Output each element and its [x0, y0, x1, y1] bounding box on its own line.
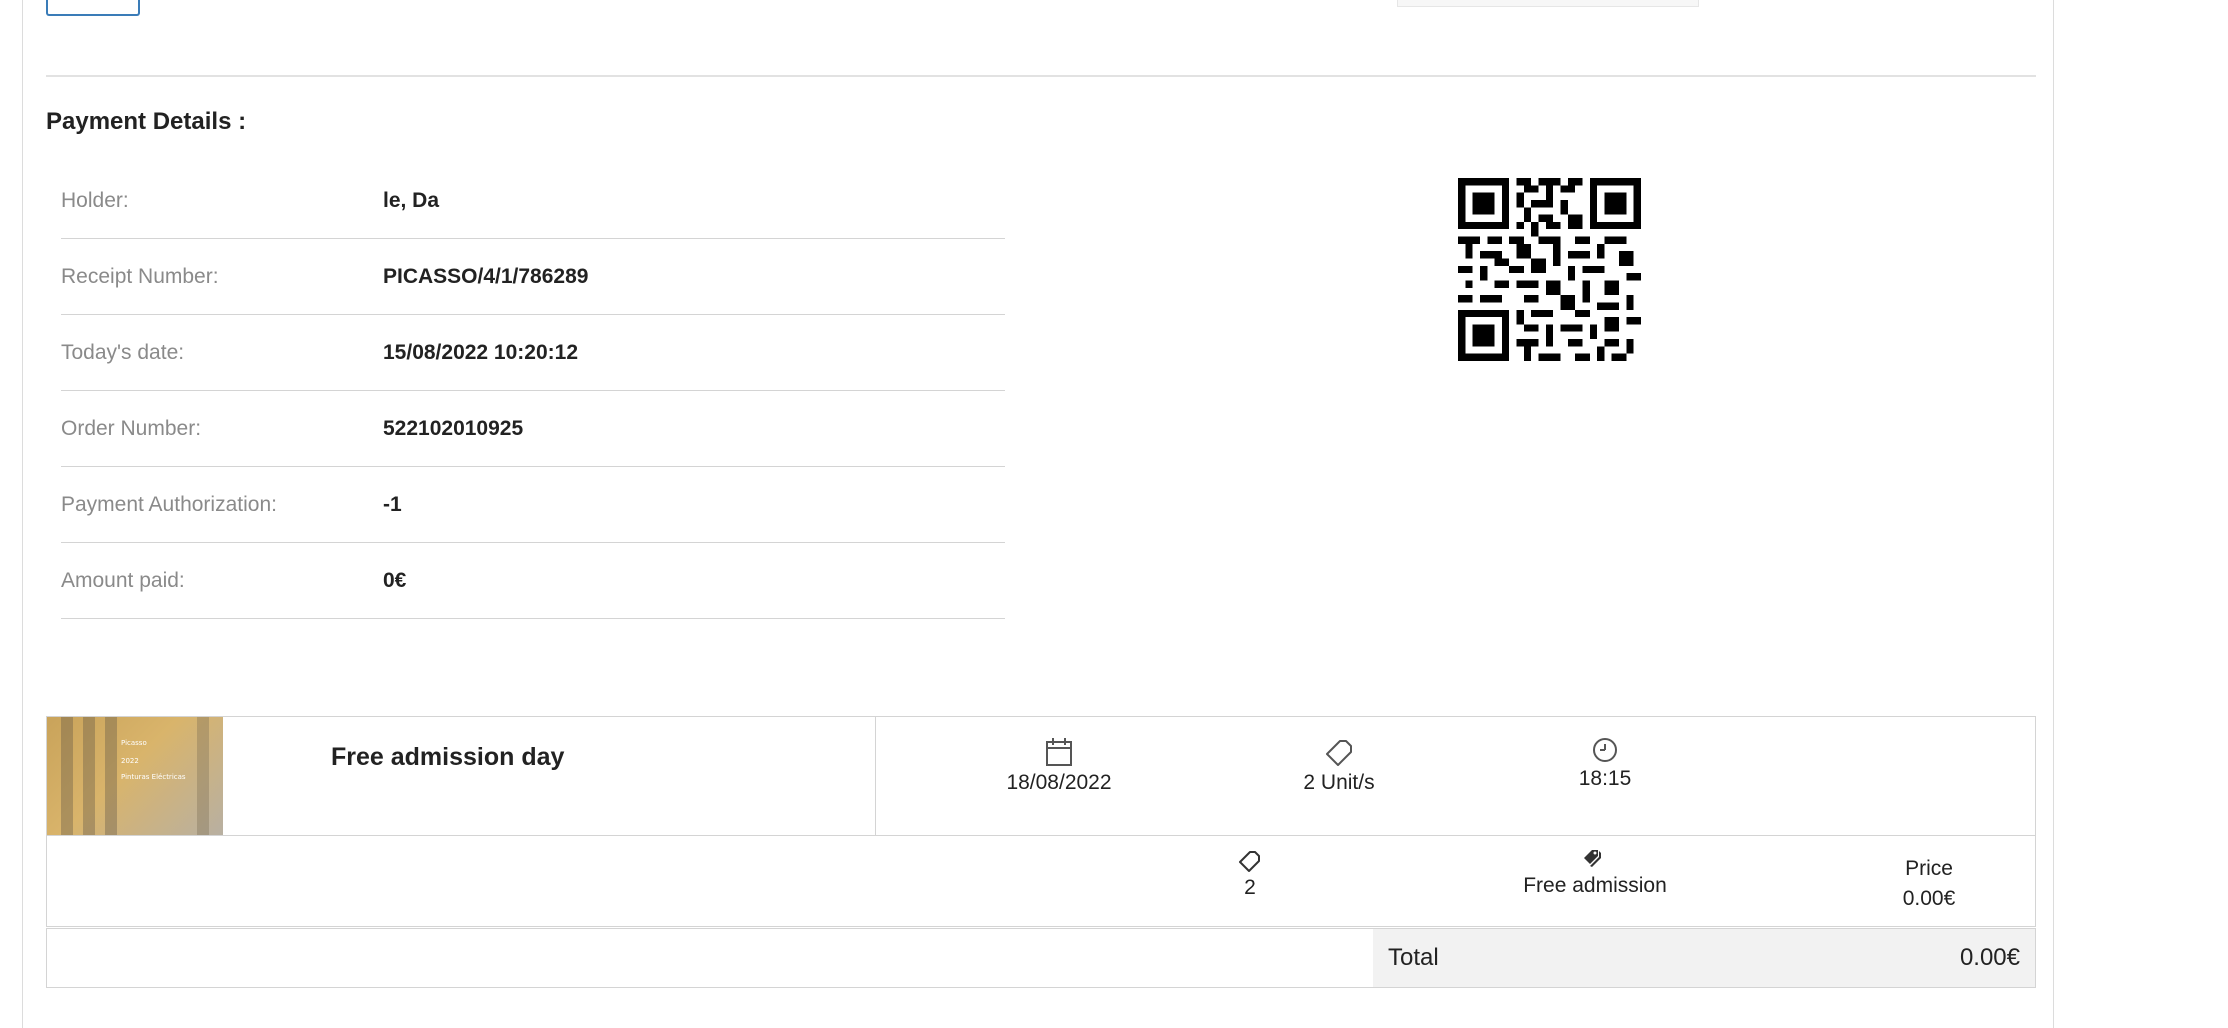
price-type-value: Free admission: [1523, 874, 1667, 897]
total-label: Total: [1388, 944, 1439, 971]
top-button[interactable]: [46, 0, 140, 16]
ticket-date-value: 18/08/2022: [1006, 771, 1112, 794]
payment-details-table: Holder: le, Da Receipt Number: PICASSO/4…: [61, 163, 1005, 619]
ticket-time-value: 18:15: [1578, 767, 1632, 790]
payment-details-title: Payment Details :: [46, 108, 247, 135]
price-type: Free admission: [1445, 848, 1745, 898]
divider: [875, 717, 876, 835]
detail-row-amount-paid: Amount paid: 0€: [61, 543, 1005, 619]
price-label: Price: [1905, 857, 1953, 880]
qr-code-icon: [1458, 178, 1641, 361]
clock-icon: [1593, 738, 1617, 762]
event-thumbnail: Picasso 2022 Pinturas Eléctricas: [47, 717, 223, 835]
detail-value: 522102010925: [383, 417, 524, 440]
detail-label: Amount paid:: [61, 569, 185, 592]
price-amount: Price 0.00€: [1859, 854, 1999, 914]
detail-value: -1: [383, 493, 402, 516]
thumbnail-column: [105, 717, 117, 835]
detail-value: 15/08/2022 10:20:12: [383, 341, 578, 364]
total-value: 0.00€: [1959, 944, 2020, 971]
detail-row-receipt-number: Receipt Number: PICASSO/4/1/786289: [61, 239, 1005, 315]
detail-row-holder: Holder: le, Da: [61, 163, 1005, 239]
thumbnail-column: [61, 717, 73, 835]
thumbnail-text: Picasso: [121, 739, 147, 747]
thumbnail-text: 2022: [121, 757, 139, 765]
detail-label: Today's date:: [61, 341, 185, 364]
top-field[interactable]: [1397, 0, 1699, 7]
total-row: Total 0.00€: [46, 928, 2036, 988]
price-line: 2 Free admission Price 0.00€: [46, 836, 2036, 927]
thumbnail-text: Pinturas Eléctricas: [121, 773, 186, 781]
total-cell: Total 0.00€: [1373, 929, 2035, 987]
detail-row-todays-date: Today's date: 15/08/2022 10:20:12: [61, 315, 1005, 391]
price-quantity: 2: [1175, 848, 1325, 900]
ticket-time: 18:15: [1530, 737, 1680, 791]
detail-label: Holder:: [61, 189, 129, 212]
calendar-icon: [1046, 738, 1072, 766]
detail-value: 0€: [383, 569, 407, 592]
ticket-icon: [1239, 851, 1260, 872]
thumbnail-column: [83, 717, 95, 835]
thumbnail-column: [197, 717, 209, 835]
ticket-name: Free admission day: [331, 743, 565, 771]
detail-value: le, Da: [383, 189, 440, 212]
ticket-units: 2 Unit/s: [1239, 737, 1439, 795]
detail-label: Order Number:: [61, 417, 202, 440]
detail-label: Receipt Number:: [61, 265, 219, 288]
detail-value: PICASSO/4/1/786289: [383, 265, 589, 288]
detail-row-payment-authorization: Payment Authorization: -1: [61, 467, 1005, 543]
ticket-date: 18/08/2022: [959, 737, 1159, 795]
price-value: 0.00€: [1902, 887, 1956, 910]
detail-row-order-number: Order Number: 522102010925: [61, 391, 1005, 467]
price-quantity-value: 2: [1244, 876, 1256, 899]
page: Payment Details : Holder: le, Da Receipt…: [0, 0, 2228, 1028]
detail-label: Payment Authorization:: [61, 493, 277, 516]
tags-icon: [1584, 850, 1601, 867]
ticket-row: Picasso 2022 Pinturas Eléctricas Free ad…: [46, 716, 2036, 836]
ticket-units-value: 2 Unit/s: [1303, 771, 1375, 794]
divider: [46, 75, 2036, 77]
ticket-icon: [1326, 740, 1352, 766]
